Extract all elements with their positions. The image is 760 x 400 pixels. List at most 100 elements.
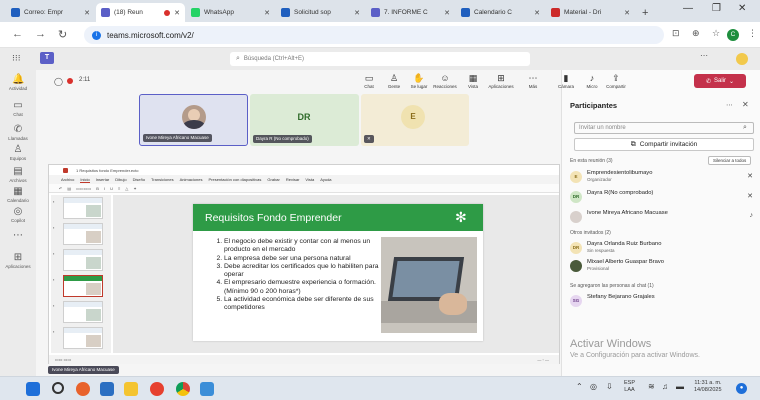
start-icon[interactable] bbox=[26, 382, 40, 396]
slide-thumbnail[interactable] bbox=[63, 301, 103, 323]
participant-row[interactable]: DR Dayra Orlanda Ruiz Burbano Sin respuest… bbox=[570, 240, 755, 258]
browser-tab[interactable]: Correo: Empr ✕ bbox=[6, 3, 95, 22]
notification-icon[interactable]: ● bbox=[736, 383, 747, 394]
ppt-menu-item[interactable]: Inicio bbox=[80, 177, 90, 183]
tab-close-icon[interactable]: ✕ bbox=[534, 9, 540, 17]
site-info-icon[interactable]: i bbox=[92, 30, 101, 40]
section-in-meeting[interactable]: En esta reunión (3) bbox=[570, 158, 613, 164]
forward-icon[interactable]: → bbox=[35, 28, 46, 40]
back-icon[interactable]: ← bbox=[12, 28, 23, 40]
meeting-raise-hand-button[interactable]: ✋ Se lugar bbox=[406, 73, 432, 89]
meeting-mic-button[interactable]: ♪ Micro bbox=[579, 73, 605, 89]
ppt-menu-item[interactable]: Animaciones bbox=[180, 177, 203, 182]
section-others-invited[interactable]: Otros invitados (2) bbox=[570, 230, 611, 236]
ppt-menu-item[interactable]: Ayuda bbox=[320, 177, 331, 182]
edge-icon[interactable] bbox=[200, 382, 214, 396]
meeting-share-button[interactable]: ⇪ Compartir bbox=[603, 73, 629, 89]
install-app-icon[interactable]: ⊡ bbox=[672, 28, 680, 39]
italic-icon[interactable]: I bbox=[104, 186, 105, 191]
video-tile-dr[interactable]: DR Dayra R (No comprobado) bbox=[250, 94, 359, 146]
mic-off-icon[interactable]: ✕ bbox=[747, 192, 753, 200]
slide-thumbnail[interactable] bbox=[63, 275, 103, 297]
participant-row[interactable]: Ivone Mireya Africano Macuase ♪ bbox=[570, 209, 755, 227]
undo-icon[interactable]: ↶ bbox=[59, 186, 62, 191]
rail-item[interactable]: ▦ Calendario bbox=[0, 186, 36, 203]
browser-tab[interactable]: Calendario C ✕ bbox=[456, 3, 545, 22]
participant-row[interactable]: SG Stefany Bejarano Grajales bbox=[570, 293, 755, 311]
ppt-menu-item[interactable]: Archivo bbox=[61, 177, 74, 182]
user-avatar[interactable] bbox=[736, 53, 748, 65]
rail-item[interactable]: ◎ Copilot bbox=[0, 206, 36, 223]
reload-icon[interactable]: ↻ bbox=[58, 28, 67, 41]
rail-item[interactable]: ▭ Chat bbox=[0, 100, 36, 117]
video-tile-presenter[interactable]: Ivone Mireya Africano Macuase bbox=[139, 94, 248, 146]
tab-close-icon[interactable]: ✕ bbox=[354, 9, 360, 17]
section-added-chat[interactable]: Se agregaron las personas al chat (1) bbox=[570, 283, 654, 289]
tray-chevron-icon[interactable]: ⌃ bbox=[576, 382, 583, 391]
ppt-menu-item[interactable]: Transiciones bbox=[151, 177, 174, 182]
paste-icon[interactable]: ▤ bbox=[67, 186, 71, 191]
wifi-icon[interactable]: ≋ bbox=[648, 382, 655, 391]
maximize-icon[interactable]: ❐ bbox=[712, 3, 721, 14]
minimize-icon[interactable]: — bbox=[683, 3, 693, 14]
meeting-apps-button[interactable]: ⊞ Aplicaciones bbox=[488, 73, 514, 89]
mute-all-button[interactable]: Silenciar a todos bbox=[708, 156, 752, 165]
ppt-menu-item[interactable]: Revisar bbox=[286, 177, 300, 182]
rail-item[interactable]: ▤ Archivos bbox=[0, 166, 36, 183]
participant-row[interactable]: Mixael Alberto Guaspar Bravo Provisional bbox=[570, 258, 755, 276]
ppt-menu-item[interactable]: Insertar bbox=[96, 177, 110, 182]
rail-item[interactable]: ⊞ Aplicaciones bbox=[0, 252, 36, 269]
meeting-people-button[interactable]: ♙ Gente bbox=[381, 73, 407, 89]
ppt-menu-item[interactable]: Vista bbox=[305, 177, 314, 182]
participant-row[interactable]: E Emprendesientolibumayo Organizador ✕ bbox=[570, 169, 755, 187]
meeting-camera-button[interactable]: ▮ Cámara bbox=[553, 73, 579, 89]
new-tab-button[interactable]: + bbox=[636, 3, 654, 22]
zoom-icon[interactable]: ⊕ bbox=[692, 28, 700, 39]
video-tile-e[interactable]: E ✕ bbox=[361, 94, 469, 146]
panel-more-icon[interactable]: ⋯ bbox=[726, 101, 733, 109]
meeting-chat-button[interactable]: ▭ Chat bbox=[356, 73, 382, 89]
bold-icon[interactable]: B bbox=[96, 186, 99, 191]
office-icon[interactable] bbox=[150, 382, 164, 396]
meeting-smile-button[interactable]: ☺ Reacciones bbox=[432, 73, 458, 89]
panel-close-icon[interactable]: ✕ bbox=[742, 100, 749, 109]
search-taskbar-icon[interactable] bbox=[52, 382, 64, 394]
volume-icon[interactable]: ♫ bbox=[662, 382, 668, 391]
meeting-more-button[interactable]: ⋯ Más bbox=[520, 73, 546, 89]
app-icon[interactable] bbox=[100, 382, 114, 396]
mic-icon[interactable]: ♪ bbox=[750, 212, 754, 219]
share-invite-button[interactable]: ⧉ Compartir invitación bbox=[574, 138, 754, 151]
current-slide[interactable]: Requisitos Fondo Emprender ✻ El negocio … bbox=[193, 204, 483, 341]
mic-off-icon[interactable]: ✕ bbox=[747, 172, 753, 180]
slide-thumbnail[interactable] bbox=[63, 327, 103, 349]
clock[interactable]: 11:31 a. m. 14/08/2025 bbox=[694, 380, 722, 394]
browser-menu-icon[interactable]: ⋮ bbox=[748, 28, 757, 39]
slide-thumbnail[interactable] bbox=[63, 249, 103, 271]
rail-item[interactable]: 🔔 Actividad bbox=[0, 74, 36, 91]
meeting-info-icon[interactable]: ◯ bbox=[54, 77, 63, 86]
omnibox[interactable]: i teams.microsoft.com/v2/ bbox=[84, 26, 664, 44]
ppt-menu-item[interactable]: Dibujo bbox=[115, 177, 126, 182]
ppt-menu-item[interactable]: Diseño bbox=[133, 177, 145, 182]
ppt-menu-item[interactable]: Presentación con diapositivas bbox=[208, 177, 261, 182]
app-launcher-icon[interactable]: ⁝⁝⁝ bbox=[12, 53, 21, 64]
ppt-menu-item[interactable]: Grabar bbox=[267, 177, 279, 182]
bookmark-star-icon[interactable]: ☆ bbox=[712, 28, 720, 39]
rail-item[interactable]: ♙ Equipos bbox=[0, 144, 36, 161]
browser-tab[interactable]: (18) Reun ✕ bbox=[96, 3, 185, 22]
slide-thumbnail[interactable] bbox=[63, 197, 103, 219]
leave-button[interactable]: ✆ Salir ⌄ bbox=[694, 74, 746, 88]
shapes-icon[interactable]: △ bbox=[125, 186, 128, 191]
slide-thumbnail[interactable] bbox=[63, 223, 103, 245]
browser-tab[interactable]: Material - Dri ✕ bbox=[546, 3, 635, 22]
more-options-icon[interactable]: ⋯ bbox=[700, 51, 708, 60]
invite-search-input[interactable]: Invitar un nombre bbox=[574, 122, 754, 134]
rail-item[interactable]: ✆ Llamadas bbox=[0, 124, 36, 141]
file-explorer-icon[interactable] bbox=[124, 382, 138, 396]
chrome-icon[interactable] bbox=[176, 382, 190, 396]
tab-close-icon[interactable]: ✕ bbox=[84, 9, 90, 17]
tab-close-icon[interactable]: ✕ bbox=[264, 9, 270, 17]
battery-icon[interactable]: ▬ bbox=[676, 382, 684, 391]
profile-avatar[interactable]: C bbox=[727, 29, 739, 41]
font-box[interactable]: ▭▭▭▭ bbox=[76, 186, 91, 191]
